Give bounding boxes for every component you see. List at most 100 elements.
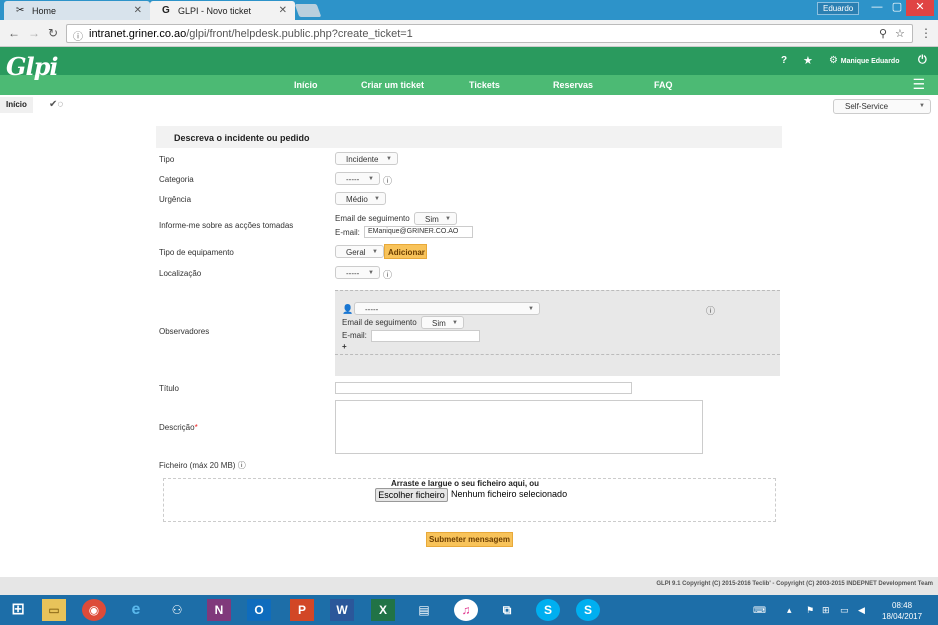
network-users-icon[interactable]: ⚇ [165,599,189,621]
favorites-star-icon[interactable]: ★ [803,54,813,67]
close-tab-icon[interactable]: ✕ [134,5,142,16]
volume-icon[interactable]: ◀ [858,605,865,616]
nav-criar-ticket[interactable]: Criar um ticket [361,80,424,90]
store-icon[interactable]: ▤ [412,599,436,621]
breadcrumb-home[interactable]: Início [0,97,33,113]
url-input[interactable]: ⓘ intranet.griner.co.ao/glpi/front/helpd… [66,24,913,43]
titulo-input[interactable] [335,382,632,394]
skype-business-icon[interactable]: S [536,599,560,621]
chevron-down-icon: ▼ [368,270,374,276]
obs-email-label: E-mail: [342,331,367,340]
nav-reservas[interactable]: Reservas [553,80,593,90]
keyboard-icon[interactable]: ⌨ [753,605,766,616]
email-label: E-mail: [335,228,360,237]
user-settings[interactable]: ⚙ Manique Eduardo [829,55,899,66]
titulo-label: Título [159,384,180,393]
taskbar-clock[interactable]: 08:48 18/04/2017 [882,600,922,622]
minimize-icon[interactable]: — [866,0,888,16]
window-close-icon[interactable]: ✕ [906,0,934,16]
submit-button[interactable]: Submeter mensagem [426,532,513,547]
remote-desktop-icon[interactable]: ⧉ [495,599,519,621]
email-seg-value: Sim [425,215,439,224]
email-field[interactable]: EManique@GRINER.CO.AO [364,226,473,238]
ficheiro-label: Ficheiro (máx 20 MB) ⓘ [159,460,246,471]
urgencia-select[interactable]: Médio ▼ [335,192,386,205]
info-icon[interactable]: ⓘ [383,268,392,281]
skype-icon[interactable]: S [576,599,600,621]
zoom-icon[interactable]: ⚲ [879,27,887,40]
nav-inicio[interactable]: Início [294,80,318,90]
info-icon[interactable]: ⓘ [706,304,715,317]
tipo-value: Incidente [346,155,379,164]
nav-faq[interactable]: FAQ [654,80,673,90]
user-name: Manique Eduardo [840,58,900,65]
excel-icon[interactable]: X [371,599,395,621]
obs-email-seg-label: Email de seguimento [342,318,417,327]
message-icon[interactable]: ▭ [840,605,849,616]
close-tab-icon[interactable]: ✕ [279,5,287,16]
outlook-icon[interactable]: O [247,599,271,621]
url-path: /glpi/front/helpdesk.public.php?create_t… [186,28,413,40]
chevron-down-icon: ▼ [528,306,534,312]
observer-select[interactable]: ----- ▼ [354,302,540,315]
tray-expand-icon[interactable]: ▴ [787,605,792,616]
observers-divider [335,354,780,355]
equip-select[interactable]: Geral ▼ [335,245,384,258]
urgencia-value: Médio [346,195,368,204]
nav-tickets[interactable]: Tickets [469,80,500,90]
itunes-icon[interactable]: ♫ [454,599,478,621]
localizacao-select[interactable]: ----- ▼ [335,266,380,279]
word-icon[interactable]: W [330,599,354,621]
tab-home[interactable]: ✂ Home ✕ [4,1,150,20]
info-icon[interactable]: ⓘ [238,461,246,470]
categoria-select[interactable]: ----- ▼ [335,172,380,185]
obs-email-field[interactable] [371,330,480,342]
categoria-label: Categoria [159,175,194,184]
file-explorer-icon[interactable]: ▭ [42,599,66,621]
help-icon[interactable]: ? [781,55,787,66]
browser-user-chip[interactable]: Eduardo [817,2,860,15]
ficheiro-label-text: Ficheiro (máx 20 MB) [159,461,236,470]
flag-icon[interactable]: ⚑ [806,605,814,616]
add-equipment-button[interactable]: Adicionar [384,244,427,259]
observadores-label: Observadores [159,327,210,336]
tab-glpi-label: GLPI - Novo ticket [178,6,252,16]
reload-icon[interactable]: ↻ [48,26,58,40]
menu-hamburger-icon[interactable]: ☰ [912,77,925,91]
profile-select[interactable]: Self-Service ▼ [833,99,931,114]
network-icon[interactable]: ⊞ [822,605,830,616]
browser-menu-icon[interactable]: ⋮ [920,26,932,40]
choose-file-button[interactable]: Escolher ficheiro [375,488,448,502]
tab-glpi[interactable]: G GLPI - Novo ticket ✕ [150,1,295,20]
start-windows-icon[interactable]: ⊞ [6,599,30,621]
internet-explorer-icon[interactable]: e [124,599,148,621]
powerpoint-icon[interactable]: P [290,599,314,621]
tipo-label: Tipo [159,155,175,164]
user-icon: 👤 [342,304,354,314]
back-icon[interactable]: ← [8,26,20,40]
glpi-header [0,47,938,75]
add-observer-icon[interactable]: + [342,342,347,351]
checklist-icon[interactable]: ✔◌ [49,99,63,110]
chevron-down-icon: ▼ [445,216,451,222]
site-info-icon[interactable]: ⓘ [73,28,83,43]
descricao-label-text: Descrição [159,423,195,432]
info-icon[interactable]: ⓘ [383,174,392,187]
maximize-icon[interactable]: ▢ [886,0,908,16]
chevron-down-icon: ▼ [919,103,925,109]
logout-icon[interactable]: ⏻ [918,54,927,67]
required-marker: * [194,423,198,432]
form-header: Descreva o incidente ou pedido [156,126,782,148]
obs-email-seg-select[interactable]: Sim ▼ [421,316,464,329]
onenote-icon[interactable]: N [207,599,231,621]
breadcrumb-bar [0,95,938,117]
bookmark-star-icon[interactable]: ☆ [895,27,905,40]
descricao-textarea[interactable] [335,400,703,454]
forward-icon[interactable]: → [28,26,40,40]
chrome-icon[interactable]: ◉ [82,599,106,621]
glpi-logo[interactable]: Glpi [6,52,59,81]
tipo-select[interactable]: Incidente ▼ [335,152,398,165]
new-tab-button[interactable] [294,4,322,17]
categoria-value: ----- [346,175,360,184]
email-seg-select[interactable]: Sim ▼ [414,212,457,225]
